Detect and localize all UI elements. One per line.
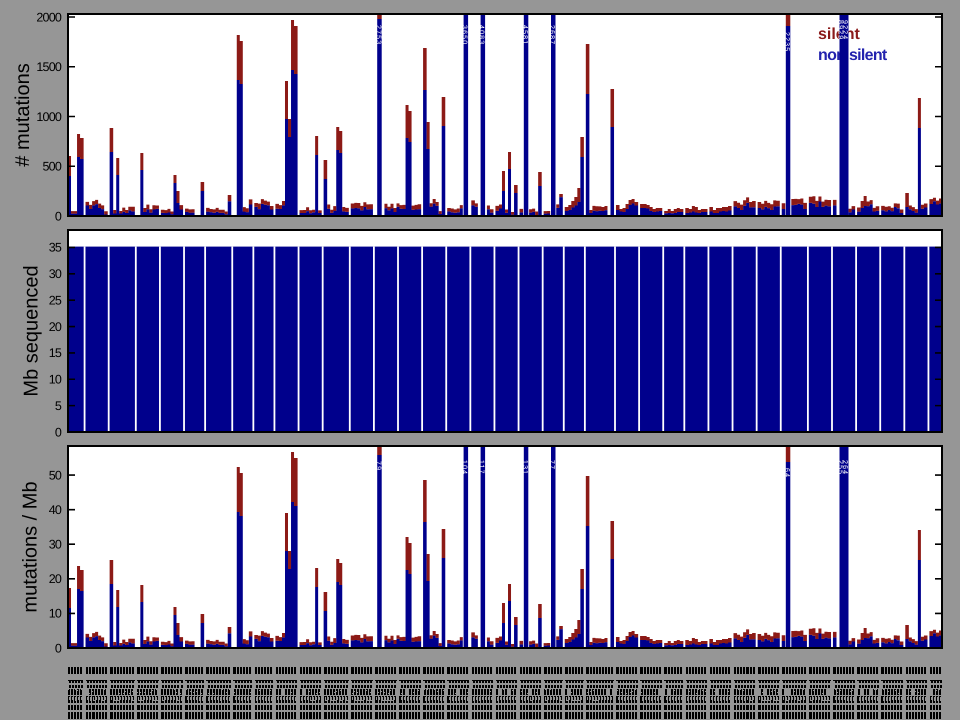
- svg-text:35: 35: [49, 241, 62, 255]
- svg-text:5: 5: [55, 399, 62, 413]
- svg-text:40: 40: [49, 503, 62, 517]
- svg-text:0: 0: [55, 641, 62, 655]
- svg-text:# mutations: # mutations: [12, 63, 34, 166]
- svg-text:1000: 1000: [36, 110, 61, 124]
- svg-text:500: 500: [43, 160, 62, 174]
- svg-text:0: 0: [55, 425, 62, 439]
- svg-text:1500: 1500: [36, 60, 61, 74]
- svg-text:2000: 2000: [36, 10, 61, 24]
- svg-text:non silent: non silent: [818, 47, 888, 64]
- svg-text:4581: 4581: [521, 25, 528, 45]
- svg-text:20: 20: [49, 572, 62, 586]
- svg-text:30: 30: [49, 538, 62, 552]
- svg-text:10: 10: [49, 607, 62, 621]
- svg-text:Mb sequenced: Mb sequenced: [21, 265, 43, 396]
- svg-text:0: 0: [55, 209, 62, 223]
- svg-text:131: 131: [521, 460, 528, 475]
- svg-text:25: 25: [49, 293, 62, 307]
- svg-text:79: 79: [374, 461, 381, 471]
- svg-text:20: 20: [49, 320, 62, 334]
- svg-text:2687: 2687: [548, 25, 555, 45]
- svg-text:10: 10: [49, 373, 62, 387]
- svg-text:264: 264: [841, 460, 848, 475]
- svg-text:mutations / Mb: mutations / Mb: [20, 481, 42, 612]
- svg-text:15: 15: [49, 346, 62, 360]
- svg-text:3650: 3650: [461, 25, 468, 45]
- svg-text:2753: 2753: [374, 25, 381, 45]
- svg-text:30: 30: [49, 267, 62, 281]
- svg-text:77: 77: [548, 460, 555, 470]
- svg-text:104: 104: [461, 460, 468, 475]
- svg-text:50: 50: [49, 468, 62, 482]
- svg-text:2235: 2235: [783, 32, 790, 52]
- svg-text:64: 64: [783, 468, 790, 478]
- svg-text:117: 117: [478, 460, 485, 475]
- svg-text:9224: 9224: [841, 20, 848, 40]
- svg-text:4083: 4083: [478, 25, 485, 45]
